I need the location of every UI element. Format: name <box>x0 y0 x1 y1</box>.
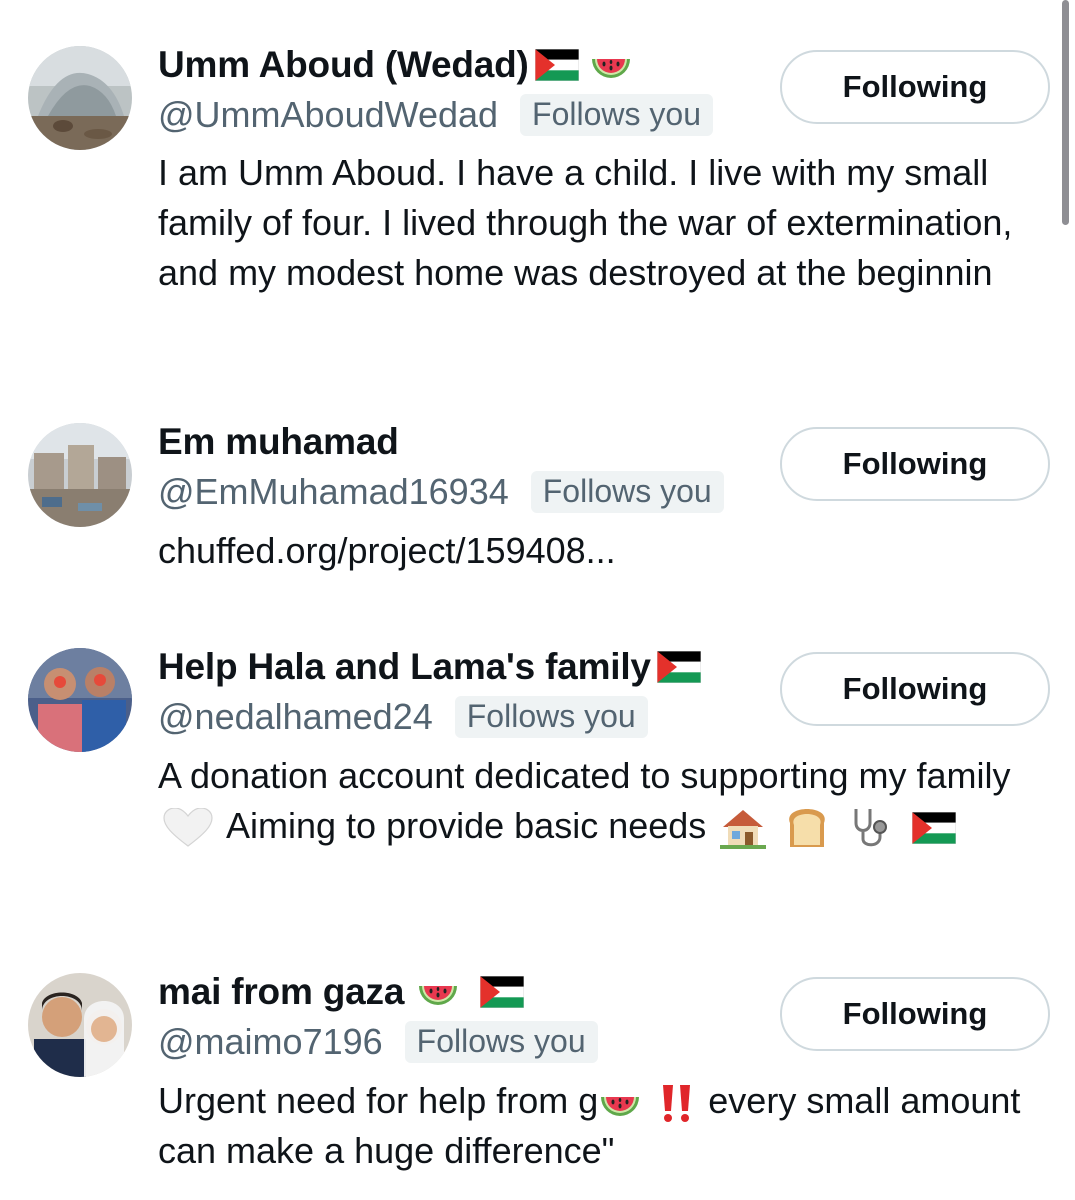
avatar[interactable] <box>28 423 132 527</box>
bio-link[interactable]: chuffed.org/project/159408... <box>158 530 616 571</box>
user-handle[interactable]: @nedalhamed24 <box>158 696 433 738</box>
bread-icon <box>784 807 830 849</box>
avatar-photo <box>28 973 132 1077</box>
following-button[interactable]: Following <box>780 652 1050 726</box>
double-exclamation-icon <box>660 1083 694 1123</box>
palestine-flag-icon <box>480 976 525 1008</box>
user-handle[interactable]: @UmmAboudWedad <box>158 94 498 136</box>
follows-you-badge: Follows you <box>454 696 648 738</box>
display-name[interactable]: Umm Aboud (Wedad) <box>158 44 529 86</box>
user-handle[interactable]: @EmMuhamad16934 <box>158 471 509 513</box>
follows-you-badge: Follows you <box>404 1021 598 1063</box>
following-button[interactable]: Following <box>780 977 1050 1051</box>
palestine-flag-icon <box>912 812 957 845</box>
white-heart-icon <box>162 808 214 848</box>
bio-text: Aiming to provide basic needs <box>226 805 707 846</box>
follows-you-badge: Follows you <box>520 94 713 136</box>
user-bio: A donation account dedicated to supporti… <box>158 751 1058 851</box>
display-name[interactable]: Help Hala and Lama's family <box>158 646 651 688</box>
user-bio: chuffed.org/project/159408... <box>158 526 1038 576</box>
scrollbar[interactable] <box>1062 0 1069 225</box>
stethoscope-icon <box>848 807 894 849</box>
avatar-photo <box>28 423 132 527</box>
palestine-flag-icon <box>656 651 701 683</box>
avatar-photo <box>28 648 132 752</box>
following-button[interactable]: Following <box>780 427 1050 501</box>
avatar-photo <box>28 46 132 150</box>
watermelon-icon <box>589 49 633 81</box>
watermelon-icon <box>598 1087 642 1119</box>
palestine-flag-icon <box>534 49 579 81</box>
house-icon <box>720 807 767 850</box>
bio-text: A donation account dedicated to supporti… <box>158 755 1011 796</box>
user-bio: I am Umm Aboud. I have a child. I live w… <box>158 152 1013 293</box>
avatar[interactable] <box>28 648 132 752</box>
follows-you-badge: Follows you <box>530 471 724 513</box>
avatar[interactable] <box>28 973 132 1077</box>
bio-text: Urgent need for help from g <box>158 1080 599 1121</box>
user-bio: Urgent need for help from g every small … <box>158 1076 1058 1176</box>
following-button[interactable]: Following <box>780 50 1050 124</box>
user-handle[interactable]: @maimo7196 <box>158 1021 383 1063</box>
watermelon-icon <box>416 976 460 1008</box>
avatar[interactable] <box>28 46 132 150</box>
display-name[interactable]: mai from gaza <box>158 971 404 1013</box>
display-name[interactable]: Em muhamad <box>158 421 399 463</box>
